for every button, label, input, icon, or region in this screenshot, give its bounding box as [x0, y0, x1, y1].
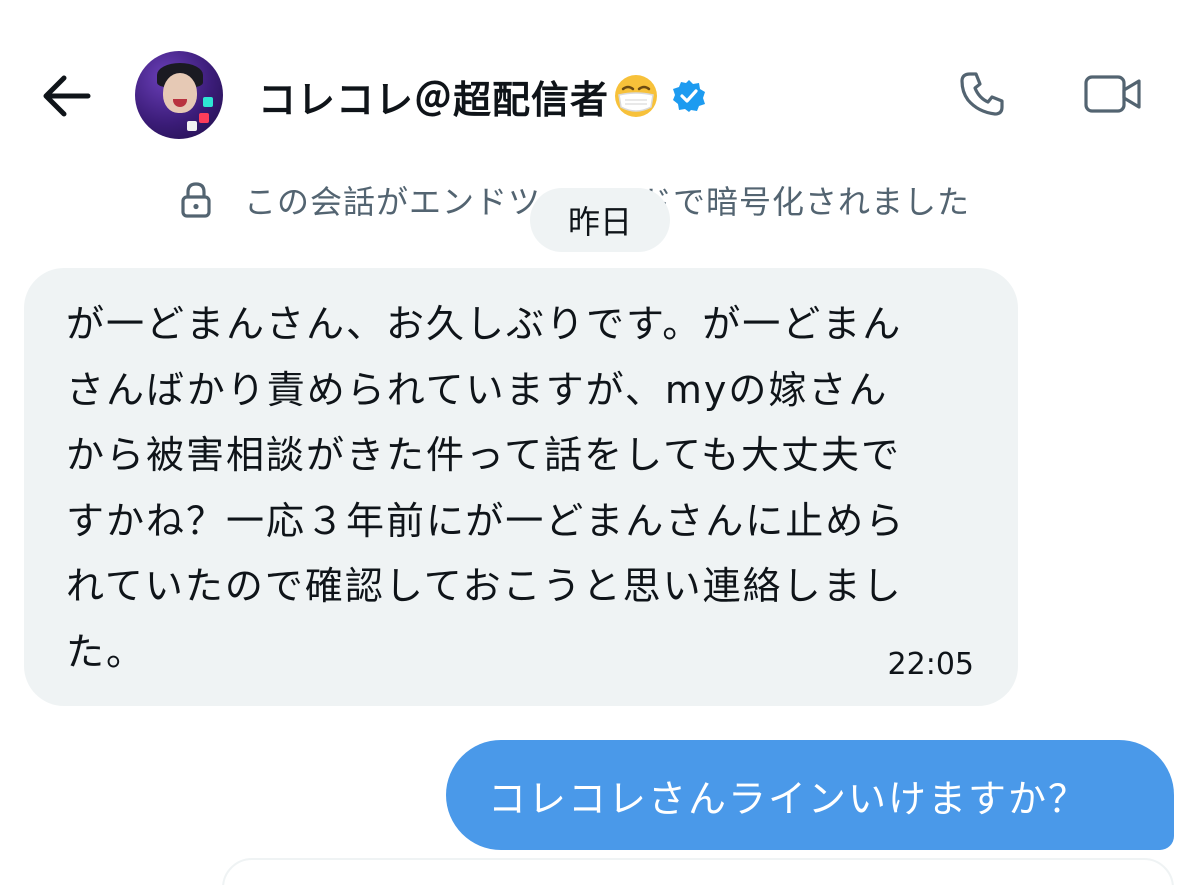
- outgoing-message-bubble[interactable]: コレコレさんラインいけますか？: [446, 740, 1174, 850]
- avatar[interactable]: [135, 51, 223, 139]
- lock-icon: [176, 180, 216, 220]
- outgoing-message-text: コレコレさんラインいけますか？: [488, 776, 1089, 821]
- display-name: コレコレ＠超配信者: [258, 77, 610, 122]
- incoming-message-bubble[interactable]: が一どまんさん、お久しぶりです。が一どまん さんばかり責められていますが、myの…: [24, 268, 1018, 706]
- conversation-header: コレコレ＠超配信者: [0, 0, 1200, 170]
- back-arrow-icon: [43, 75, 91, 117]
- phone-icon: [960, 72, 1004, 116]
- verified-badge-icon: [673, 80, 706, 112]
- date-separator: 昨日: [530, 188, 670, 252]
- incoming-message-text: が一どまんさん、お久しぶりです。が一どまん さんばかり責められていますが、myの…: [66, 302, 906, 674]
- video-call-button[interactable]: [1080, 64, 1146, 124]
- message-composer[interactable]: [222, 858, 1174, 885]
- title-row[interactable]: コレコレ＠超配信者: [258, 70, 707, 122]
- back-button[interactable]: [36, 66, 96, 126]
- face-with-medical-mask-icon: [615, 75, 658, 117]
- video-camera-icon: [1084, 75, 1141, 113]
- voice-call-button[interactable]: [952, 64, 1012, 124]
- message-timestamp: 22:05: [887, 647, 974, 682]
